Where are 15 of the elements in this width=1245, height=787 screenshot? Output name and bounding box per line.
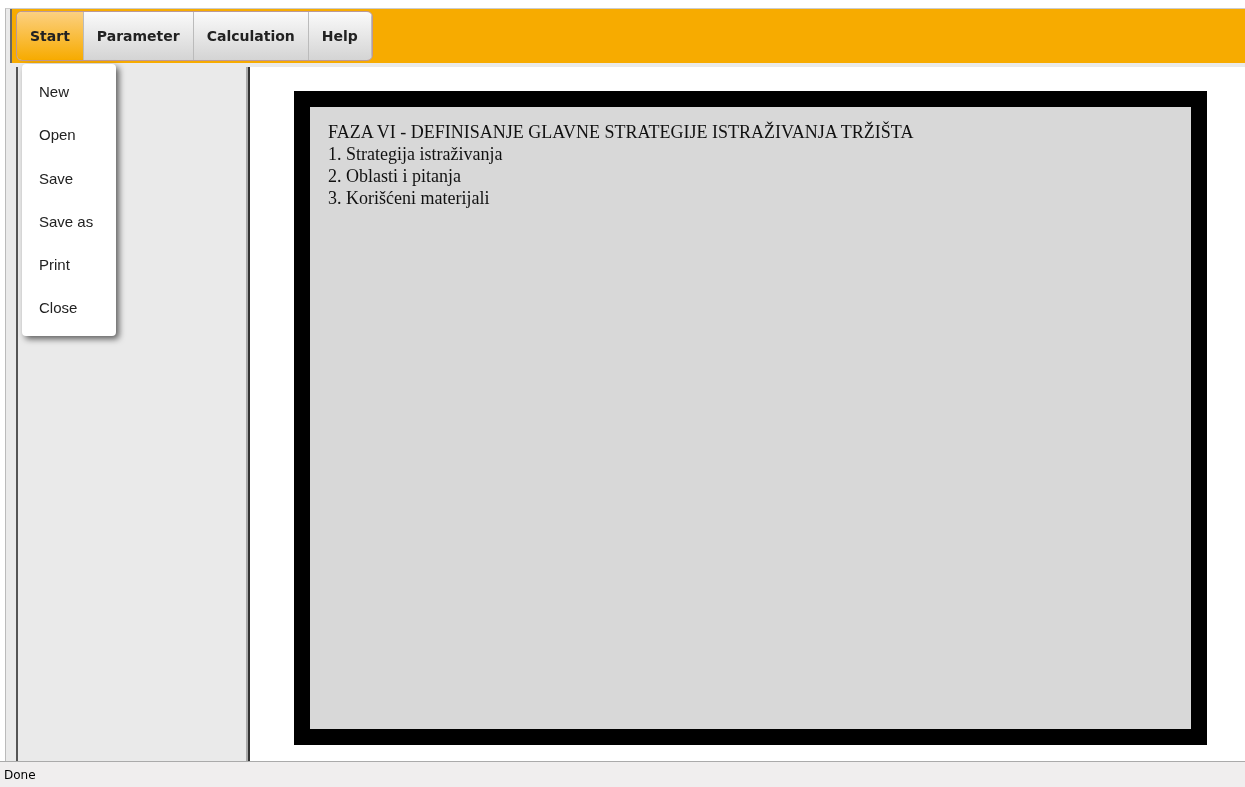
document-line: 1. Strategija istraživanja bbox=[328, 143, 504, 165]
menu-tab[interactable]: Calculation bbox=[193, 12, 309, 60]
menu-tab[interactable]: Start bbox=[17, 12, 84, 60]
status-text: Done bbox=[4, 767, 36, 782]
document-line: 3. Korišćeni materijali bbox=[328, 187, 491, 209]
menu-item[interactable]: Save bbox=[22, 156, 116, 200]
menu-tab[interactable]: Parameter bbox=[83, 12, 194, 60]
menu-item[interactable]: Open bbox=[22, 113, 116, 157]
menu-item[interactable]: Close bbox=[22, 286, 116, 330]
menu-tab[interactable]: Help bbox=[308, 12, 372, 60]
menu-item[interactable]: New bbox=[22, 70, 116, 114]
document-line: 2. Oblasti i pitanja bbox=[328, 165, 462, 187]
menu-item[interactable]: Save as bbox=[22, 199, 116, 244]
menu-item[interactable]: Print bbox=[22, 243, 116, 287]
document-heading: FAZA VI - DEFINISANJE GLAVNE STRATEGIJE ISTRAŽIVANJA TRŽIŠTA bbox=[328, 121, 915, 143]
